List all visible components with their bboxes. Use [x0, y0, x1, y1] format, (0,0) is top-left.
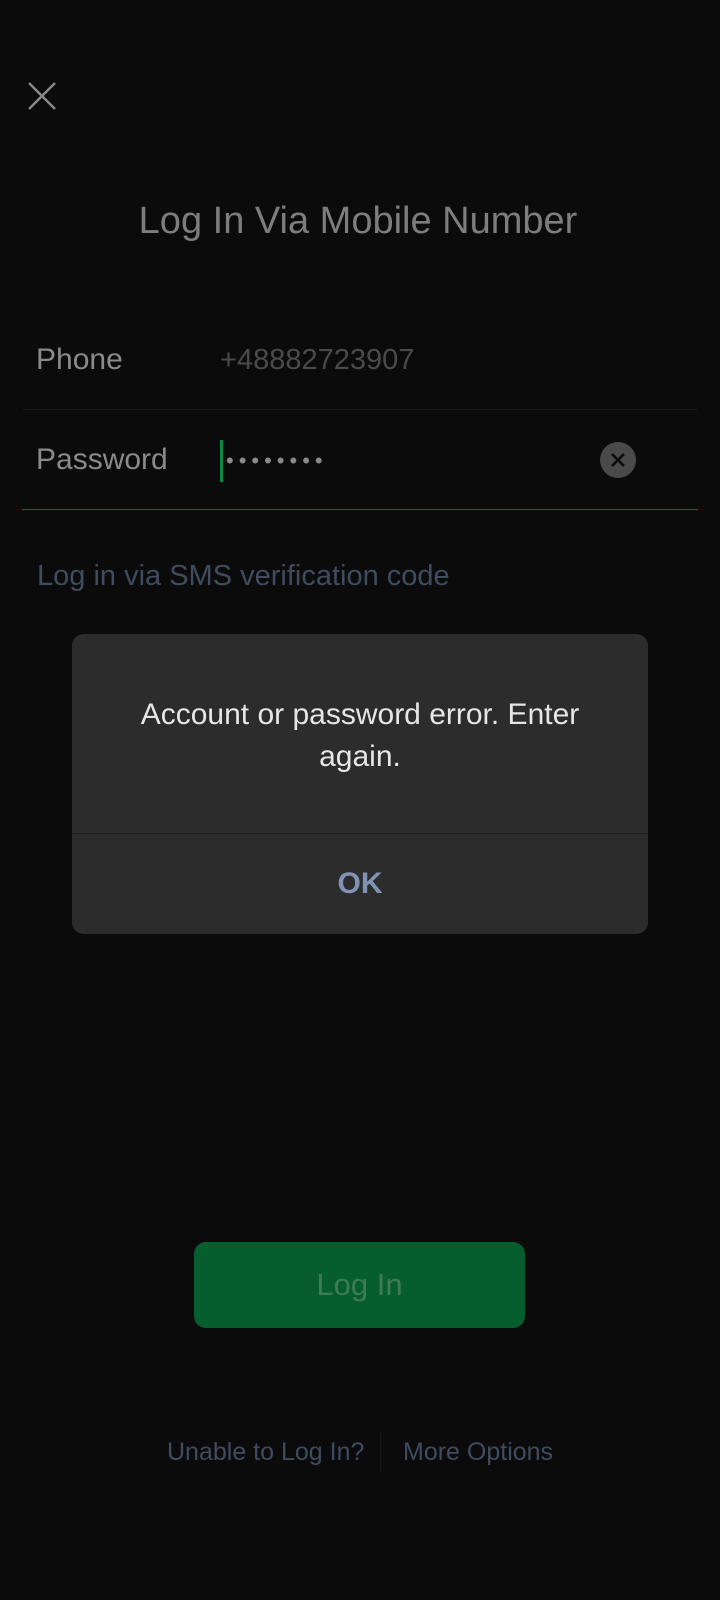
error-dialog: Account or password error. Enter again. …	[72, 634, 648, 934]
ok-button[interactable]: OK	[72, 834, 648, 934]
close-button[interactable]	[22, 76, 62, 116]
clear-password-button[interactable]	[600, 442, 636, 478]
footer-links: Unable to Log In? More Options	[0, 1432, 720, 1472]
unable-to-login-link[interactable]: Unable to Log In?	[167, 1432, 364, 1472]
page-title: Log In Via Mobile Number	[138, 200, 578, 242]
error-message: Account or password error. Enter again.	[140, 698, 580, 773]
login-button[interactable]: Log In	[194, 1242, 525, 1328]
password-input[interactable]: ••••••••	[220, 440, 328, 482]
password-row: Password ••••••••	[22, 410, 698, 510]
close-icon	[28, 82, 56, 110]
footer-divider	[380, 1432, 381, 1472]
password-masked-value: ••••••••	[226, 448, 328, 473]
clear-circle-icon	[611, 453, 625, 467]
text-cursor	[220, 440, 223, 482]
more-options-link[interactable]: More Options	[403, 1432, 553, 1472]
login-screen: Log In Via Mobile Number Phone +48882723…	[0, 0, 720, 1600]
phone-label: Phone	[36, 343, 123, 376]
phone-row: Phone +48882723907	[22, 310, 698, 410]
password-label: Password	[36, 443, 168, 476]
phone-value: +48882723907	[220, 344, 415, 376]
sms-login-link[interactable]: Log in via SMS verification code	[37, 560, 450, 593]
